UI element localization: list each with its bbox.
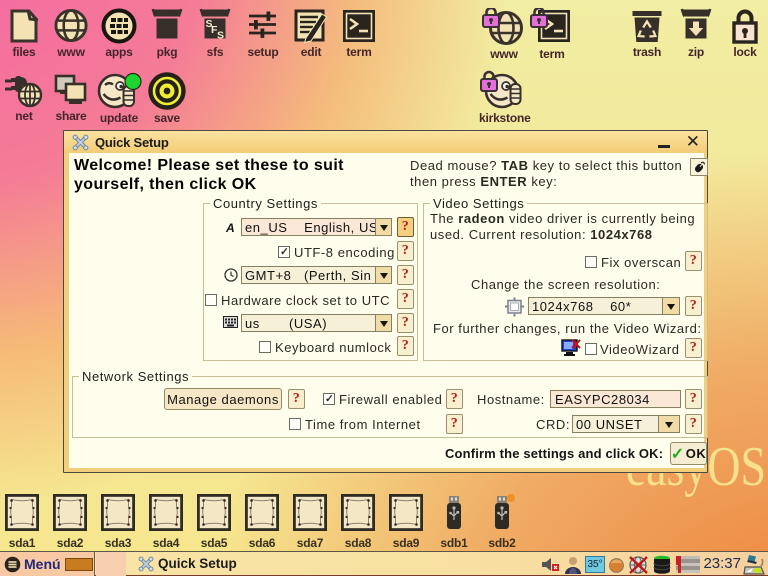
svg-text:S: S <box>217 30 224 42</box>
svg-text:A: A <box>225 221 235 234</box>
